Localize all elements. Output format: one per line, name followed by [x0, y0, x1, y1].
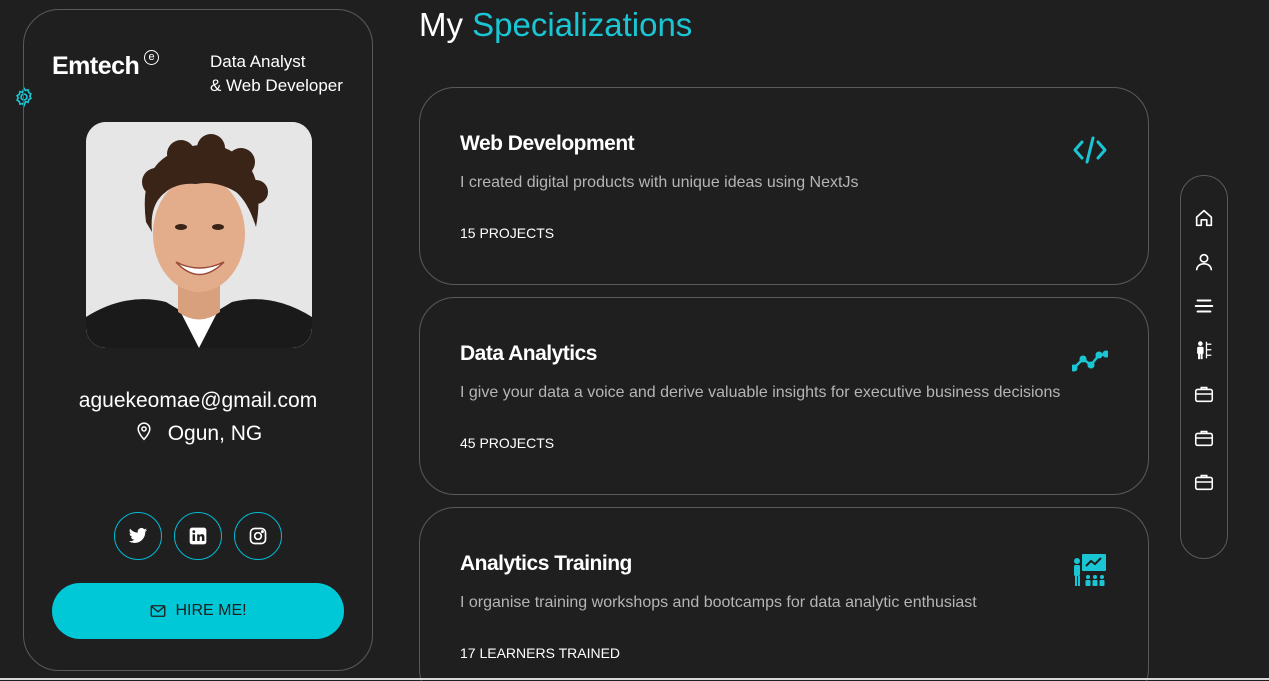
briefcase-icon[interactable] — [1193, 383, 1215, 405]
title-prefix: My — [419, 6, 463, 43]
instagram-link[interactable] — [234, 512, 282, 560]
service-count: 15 PROJECTS — [460, 225, 555, 241]
profile-card: Emtech e Data Analyst & Web Developer ag… — [23, 9, 373, 671]
role-line-1: Data Analyst — [210, 52, 306, 71]
service-card-data-analytics[interactable]: Data Analytics I give your data a voice … — [419, 297, 1149, 495]
hire-me-button[interactable]: HIRE ME! — [52, 583, 344, 639]
twitter-link[interactable] — [114, 512, 162, 560]
menu-icon[interactable] — [1193, 295, 1215, 317]
twitter-icon — [128, 528, 148, 543]
page-title: My Specializations — [419, 6, 692, 44]
portfolio-page: Emtech e Data Analyst & Web Developer ag… — [0, 0, 1269, 681]
resume-icon[interactable] — [1193, 339, 1215, 361]
service-card-web-development[interactable]: Web Development I created digital produc… — [419, 87, 1149, 285]
hire-me-label: HIRE ME! — [175, 602, 247, 619]
service-description: I organise training workshops and bootca… — [460, 594, 977, 611]
code-icon — [1072, 132, 1108, 168]
briefcase-icon[interactable] — [1193, 471, 1215, 493]
side-nav — [1180, 175, 1228, 559]
social-links — [114, 512, 282, 560]
service-description: I created digital products with unique i… — [460, 174, 859, 191]
home-icon[interactable] — [1193, 207, 1215, 229]
service-title: Analytics Training — [460, 552, 632, 575]
role-line-2: & Web Developer — [210, 76, 343, 95]
instagram-icon — [249, 527, 267, 545]
mail-icon — [151, 605, 166, 617]
user-icon[interactable] — [1193, 251, 1215, 273]
presentation-icon — [1072, 552, 1108, 588]
brand-mark: e — [144, 50, 159, 65]
bottom-divider — [0, 678, 1269, 680]
linkedin-icon — [189, 527, 207, 545]
service-description: I give your data a voice and derive valu… — [460, 384, 1061, 401]
service-card-analytics-training[interactable]: Analytics Training I organise training w… — [419, 507, 1149, 681]
service-title: Data Analytics — [460, 342, 597, 365]
briefcase-icon[interactable] — [1193, 427, 1215, 449]
role-text: Data Analyst & Web Developer — [210, 50, 343, 98]
linkedin-link[interactable] — [174, 512, 222, 560]
location: Ogun, NG — [24, 421, 372, 447]
service-title: Web Development — [460, 132, 635, 155]
location-text: Ogun, NG — [167, 422, 263, 445]
brand-logo[interactable]: Emtech — [52, 52, 140, 81]
service-count: 45 PROJECTS — [460, 435, 555, 451]
service-count: 17 LEARNERS TRAINED — [460, 645, 621, 661]
map-pin-icon — [134, 421, 154, 447]
title-accent: Specializations — [472, 6, 693, 43]
profile-photo — [86, 122, 312, 348]
email-text[interactable]: aguekeomae@gmail.com — [24, 389, 372, 413]
analytics-line-icon — [1070, 342, 1110, 378]
